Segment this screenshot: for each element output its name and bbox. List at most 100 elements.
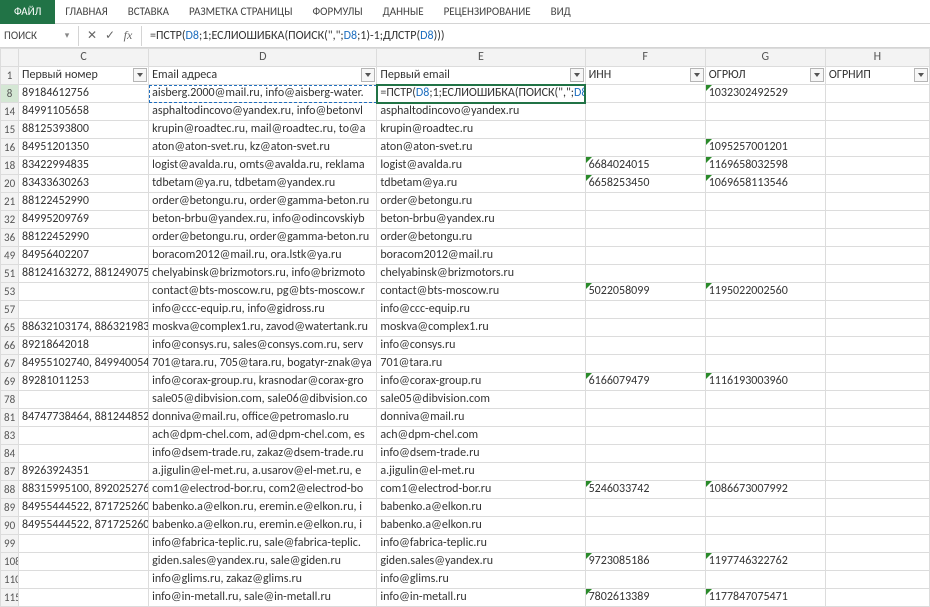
cell[interactable] [825, 121, 929, 139]
cell[interactable]: info@in-metall.ru [377, 589, 585, 607]
cell[interactable]: ach@dpm-chel.com [377, 427, 585, 445]
cell[interactable]: 7802613389 [585, 589, 705, 607]
cell[interactable] [825, 103, 929, 121]
row-header[interactable]: 16 [1, 139, 19, 157]
row-header[interactable]: 51 [1, 265, 19, 283]
cell[interactable] [705, 391, 825, 409]
cell[interactable] [585, 229, 705, 247]
cell[interactable]: 84955102740, 84994005456, [19, 355, 149, 373]
row-header[interactable]: 49 [1, 247, 19, 265]
cell[interactable]: 84995209769 [19, 211, 149, 229]
row-header[interactable]: 108 [1, 553, 19, 571]
cell[interactable] [19, 553, 149, 571]
cell[interactable]: 83433630263 [19, 175, 149, 193]
cell[interactable]: babenko.a@elkon.ru [377, 499, 585, 517]
cell[interactable]: com1@electrod-bor.ru, com2@electrod-bo [149, 481, 377, 499]
cell[interactable] [585, 103, 705, 121]
cell[interactable] [825, 445, 929, 463]
cell[interactable] [705, 229, 825, 247]
cell[interactable]: logist@avalda.ru, omts@avalda.ru, reklam… [149, 157, 377, 175]
cell[interactable]: info@fabrica-teplic.ru [377, 535, 585, 553]
header-cell-G[interactable]: ОГРЮЛ [705, 67, 825, 85]
cell[interactable]: 84956402207 [19, 247, 149, 265]
cell[interactable]: 88125393800 [19, 121, 149, 139]
cell[interactable] [19, 535, 149, 553]
cell[interactable]: chelyabinsk@brizmotors.ru, info@brizmoto [149, 265, 377, 283]
spreadsheet-grid[interactable]: C D E F G H 1Первый номерEmail адресаПер… [0, 48, 930, 607]
cell[interactable]: 89263924351 [19, 463, 149, 481]
row-header[interactable]: 90 [1, 517, 19, 535]
cell[interactable] [585, 499, 705, 517]
tab-layout[interactable]: РАЗМЕТКА СТРАНИЦЫ [179, 0, 303, 24]
header-cell-D[interactable]: Email адреса [149, 67, 377, 85]
cell[interactable]: 89184612756 [19, 85, 149, 103]
cell[interactable] [705, 445, 825, 463]
row-header[interactable]: 21 [1, 193, 19, 211]
row-header[interactable]: 66 [1, 337, 19, 355]
header-cell-F[interactable]: ИНН [585, 67, 705, 85]
cell[interactable]: 88122452990 [19, 193, 149, 211]
row-header[interactable]: 57 [1, 301, 19, 319]
row-header[interactable]: 87 [1, 463, 19, 481]
row-header[interactable]: 8 [1, 85, 19, 103]
cell[interactable]: 701@tara.ru [377, 355, 585, 373]
cell[interactable]: babenko.a@elkon.ru, eremin.e@elkon.ru, i [149, 517, 377, 535]
cell[interactable]: ach@dpm-chel.com, ad@dpm-chel.com, es [149, 427, 377, 445]
cell[interactable] [19, 391, 149, 409]
cell[interactable] [19, 283, 149, 301]
cell[interactable] [825, 517, 929, 535]
cell[interactable] [19, 427, 149, 445]
cell[interactable] [825, 337, 929, 355]
tab-formulas[interactable]: ФОРМУЛЫ [302, 0, 372, 24]
cell[interactable]: krupin@roadtec.ru [377, 121, 585, 139]
cell[interactable]: babenko.a@elkon.ru [377, 517, 585, 535]
cell[interactable]: donniva@mail.ru [377, 409, 585, 427]
cell[interactable] [585, 409, 705, 427]
cell[interactable] [585, 427, 705, 445]
row-header[interactable]: 69 [1, 373, 19, 391]
cell[interactable] [585, 463, 705, 481]
cell[interactable]: a.jigulin@el-met.ru, a.usarov@el-met.ru,… [149, 463, 377, 481]
cell[interactable] [825, 391, 929, 409]
row-header[interactable]: 88 [1, 481, 19, 499]
cell[interactable] [825, 589, 929, 607]
cell[interactable] [585, 571, 705, 589]
cell[interactable]: 6658253450 [585, 175, 705, 193]
cell[interactable]: info@dsem-trade.ru, zakaz@dsem-trade.ru [149, 445, 377, 463]
cell[interactable]: moskva@complex1.ru [377, 319, 585, 337]
cell[interactable] [825, 427, 929, 445]
cell[interactable] [705, 265, 825, 283]
cell[interactable]: 84955444522, 87172526047, [19, 517, 149, 535]
filter-button[interactable] [810, 68, 824, 82]
cell[interactable]: info@ccc-equip.ru [377, 301, 585, 319]
filter-button[interactable] [570, 68, 584, 82]
col-header-H[interactable]: H [825, 49, 929, 67]
cell[interactable]: info@consys.ru [377, 337, 585, 355]
cell[interactable] [585, 265, 705, 283]
filter-button[interactable] [690, 68, 704, 82]
cell[interactable]: 6684024015 [585, 157, 705, 175]
cell[interactable]: 84951201350 [19, 139, 149, 157]
cell[interactable]: 88315995100, 89202527679, [19, 481, 149, 499]
cell[interactable]: 83422994835 [19, 157, 149, 175]
cell[interactable]: sale05@dibvision.com [377, 391, 585, 409]
cell[interactable] [705, 409, 825, 427]
cell[interactable] [585, 319, 705, 337]
cell[interactable] [825, 355, 929, 373]
cell[interactable]: 84747738464, 88124485255, [19, 409, 149, 427]
cell[interactable] [19, 589, 149, 607]
cell[interactable] [585, 337, 705, 355]
cell[interactable]: aton@aton-svet.ru [377, 139, 585, 157]
cell[interactable]: 1177847075471 [705, 589, 825, 607]
cell[interactable] [825, 193, 929, 211]
cell[interactable] [825, 535, 929, 553]
cell[interactable] [705, 517, 825, 535]
cell[interactable] [705, 337, 825, 355]
cell[interactable]: 88632103174, 88632198345, [19, 319, 149, 337]
cell[interactable]: giden.sales@yandex.ru [377, 553, 585, 571]
cell[interactable]: 1069658113546 [705, 175, 825, 193]
cell[interactable] [825, 229, 929, 247]
name-box-dropdown[interactable]: ▾ [60, 30, 74, 41]
row-header[interactable]: 67 [1, 355, 19, 373]
cell[interactable] [585, 211, 705, 229]
